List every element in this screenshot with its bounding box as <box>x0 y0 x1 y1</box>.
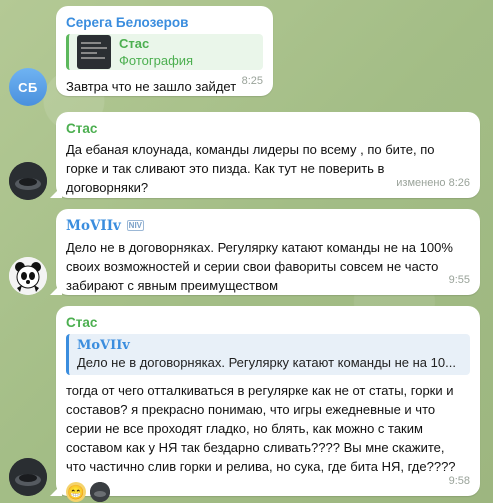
panda-icon <box>9 257 47 295</box>
sender-name[interactable]: MoVIIv NIV <box>66 216 470 236</box>
avatar[interactable] <box>9 257 47 295</box>
user-photo-icon <box>9 458 47 496</box>
message-time: 8:25 <box>241 75 263 87</box>
sender-badge: NIV <box>126 220 145 231</box>
message-bubble[interactable]: MoVIIv NIV Дело не в договорняках. Регул… <box>50 209 480 295</box>
reply-sender: Стас <box>119 35 150 51</box>
message-bubble[interactable]: Стас MoVIIv Дело не в договорняках. Регу… <box>50 306 480 502</box>
avatar[interactable] <box>9 162 47 200</box>
sender-name-text: MoVIIv <box>66 218 121 234</box>
reaction-grin[interactable]: 😁 <box>66 482 86 502</box>
sender-name[interactable]: Серега Белозеров <box>66 13 263 32</box>
avatar[interactable] <box>9 458 47 496</box>
message-bubble[interactable]: Стас Да ебаная клоунада, команды лидеры … <box>50 112 480 198</box>
user-photo-icon <box>90 482 110 502</box>
user-photo-icon <box>9 162 47 200</box>
sender-name[interactable]: Стас <box>66 119 470 138</box>
bubble-tail <box>50 283 62 295</box>
reply-sender: MoVIIv <box>77 338 130 353</box>
message-time: 9:58 <box>448 475 470 487</box>
bubble-tail <box>50 484 62 496</box>
reply-text: Дело не в договорняках. Регулярку катают… <box>77 355 456 370</box>
message-text: Дело не в договорняках. Регулярку катают… <box>66 240 453 293</box>
bubble-tail <box>50 186 62 198</box>
message-text: тогда от чего отталкиваться в регулярке … <box>66 383 456 474</box>
message-time: 9:55 <box>448 274 470 286</box>
reply-text: Фотография <box>119 52 194 68</box>
message-text: Завтра что не зашло зайдет <box>66 79 237 94</box>
reply-preview[interactable]: Стас Фотография <box>66 34 263 70</box>
sender-name[interactable]: Стас <box>66 313 470 332</box>
reactions[interactable]: 😁 <box>66 482 470 502</box>
reply-preview[interactable]: MoVIIv Дело не в договорняках. Регулярку… <box>66 334 470 375</box>
message-time: изменено 8:26 <box>396 177 470 189</box>
reaction-user-avatar[interactable] <box>90 482 110 502</box>
avatar[interactable]: СБ <box>9 68 47 106</box>
message-bubble[interactable]: Серега Белозеров Стас Фотография Завтра … <box>56 6 273 96</box>
photo-thumbnail <box>77 34 111 69</box>
